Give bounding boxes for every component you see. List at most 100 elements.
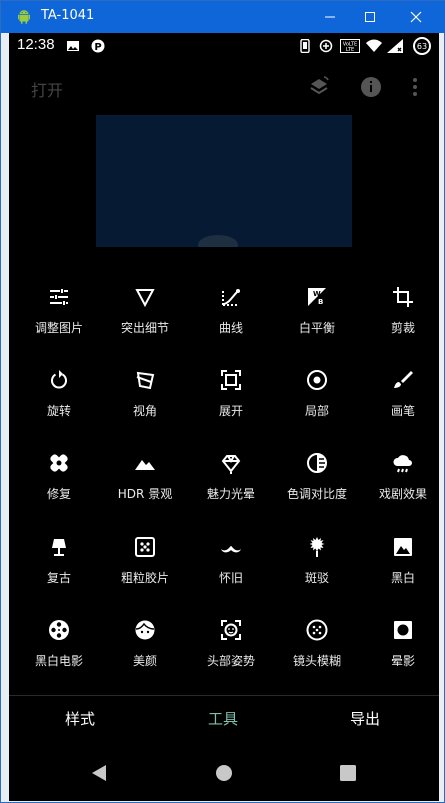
tab-styles[interactable]: 样式 [65,708,95,729]
data-saver-icon [319,39,333,53]
close-button[interactable] [393,1,439,33]
svg-text:P: P [94,42,101,53]
grainy-film-icon [135,537,155,557]
tool-head-pose[interactable]: 头部姿势 [188,606,274,686]
tool-label: 画笔 [390,404,415,418]
open-button[interactable]: 打开 [31,77,63,101]
info-icon[interactable] [359,75,383,99]
more-vert-icon[interactable] [403,75,427,99]
tool-tune[interactable]: 调整图片 [16,273,102,353]
tool-black-white[interactable]: 黑白 [360,523,439,603]
tool-label: 白平衡 [298,321,335,335]
battery-icon: 63 [413,37,431,55]
tool-rotate[interactable]: 旋转 [16,356,102,436]
tool-label: 调整图片 [34,321,83,335]
vintage-lamp-icon [52,539,66,556]
svg-text:W: W [313,290,321,298]
healing-icon [50,454,68,472]
tool-lens-blur[interactable]: 镜头模糊 [274,606,360,686]
head-pose-icon [221,620,241,640]
tool-label: HDR 景观 [117,487,173,501]
tool-label: 美颜 [132,654,157,668]
layers-refresh-icon[interactable] [307,75,331,99]
battery-level: 63 [416,41,428,51]
tool-label: 色调对比度 [286,487,347,501]
tune-icon [50,289,68,305]
tool-perspective[interactable]: 视角 [102,356,188,436]
tool-glamour-glow[interactable]: 魅力光晕 [188,439,274,519]
maximize-button[interactable] [347,1,393,33]
image-preview [96,115,352,255]
tool-mustache[interactable]: 怀旧 [188,523,274,603]
glamour-glow-icon [221,455,241,474]
minimize-icon [325,16,335,18]
tool-label: 黑白 [390,571,415,585]
tool-label: 旋转 [46,404,71,418]
tool-label: 视角 [132,404,157,418]
tool-white-balance[interactable]: W B 白平衡 [274,273,360,353]
p-app-icon: P [91,39,105,53]
tool-label: 怀旧 [218,571,243,585]
home-icon[interactable] [213,762,235,784]
tool-label: 黑白电影 [34,654,83,668]
grunge-icon [309,537,325,557]
tab-tools[interactable]: 工具 [208,708,238,729]
tools-grid: 调整图片 突出细节 曲线 W B 白平衡 剪裁旋转 视角 展开 局部 画笔修复 HDR 景观 魅力光晕 色… [9,273,439,695]
tool-label: 晕影 [390,654,415,668]
recents-icon[interactable] [337,762,359,784]
tool-label: 展开 [218,404,243,418]
status-bar: 12:38 P VoLTE LTE 63 [9,33,439,59]
android-screen: 12:38 P VoLTE LTE 63 打开 调整图片 突出细节 曲线 W B 白平衡 剪裁… [9,33,439,801]
window-title: TA-1041 [41,8,95,23]
brush-icon [394,371,413,388]
tool-vignette[interactable]: 晕影 [360,606,439,686]
tool-label: 剪裁 [390,321,415,335]
vignette-icon [394,621,412,639]
tool-grunge[interactable]: 斑驳 [274,523,360,603]
drama-icon [393,455,412,473]
tool-brush[interactable]: 画笔 [360,356,439,436]
android-icon [18,10,30,24]
emulator-window: TA-1041 12:38 P VoLTE LTE 63 打开 调整图片 突出细… [0,0,445,803]
hdr-landscape-icon [135,460,155,470]
bottom-tabs: 样式 工具 导出 [9,696,439,746]
rotate-icon [51,370,67,389]
tool-vintage-lamp[interactable]: 复古 [16,523,102,603]
lens-blur-icon [306,619,328,641]
expand-icon [221,370,241,390]
tool-triangle-details[interactable]: 突出细节 [102,273,188,353]
tool-label: 修复 [46,487,71,501]
tool-grainy-film[interactable]: 粗粒胶片 [102,523,188,603]
selective-icon [307,370,327,390]
vibrate-icon [300,39,310,53]
maximize-icon [365,12,375,22]
tool-curves[interactable]: 曲线 [188,273,274,353]
tool-face[interactable]: 美颜 [102,606,188,686]
black-white-icon [394,538,412,556]
window-titlebar[interactable]: TA-1041 [1,1,445,33]
tool-hdr-landscape[interactable]: HDR 景观 [102,439,188,519]
tool-healing[interactable]: 修复 [16,439,102,519]
svg-text:B: B [318,298,323,306]
image-icon [67,41,79,51]
tool-expand[interactable]: 展开 [188,356,274,436]
android-nav-bar [9,748,439,801]
tonal-contrast-icon [307,453,327,473]
tool-label: 镜头模糊 [292,654,341,668]
back-icon[interactable] [89,762,111,784]
white-balance-icon: WB [308,288,326,306]
signal-icon [387,39,403,53]
tool-selective[interactable]: 局部 [274,356,360,436]
tool-film-reel[interactable]: 黑白电影 [16,606,102,686]
perspective-icon [136,371,155,390]
tool-label: 头部姿势 [206,654,255,668]
close-icon [410,11,422,23]
tab-export[interactable]: 导出 [350,708,380,729]
tool-drama[interactable]: 戏剧效果 [360,439,439,519]
crop-icon [393,287,413,307]
face-icon [135,620,155,640]
tool-crop[interactable]: 剪裁 [360,273,439,353]
triangle-details-icon [135,289,155,308]
tool-label: 粗粒胶片 [120,571,169,585]
tool-tonal-contrast[interactable]: 色调对比度 [274,439,360,519]
